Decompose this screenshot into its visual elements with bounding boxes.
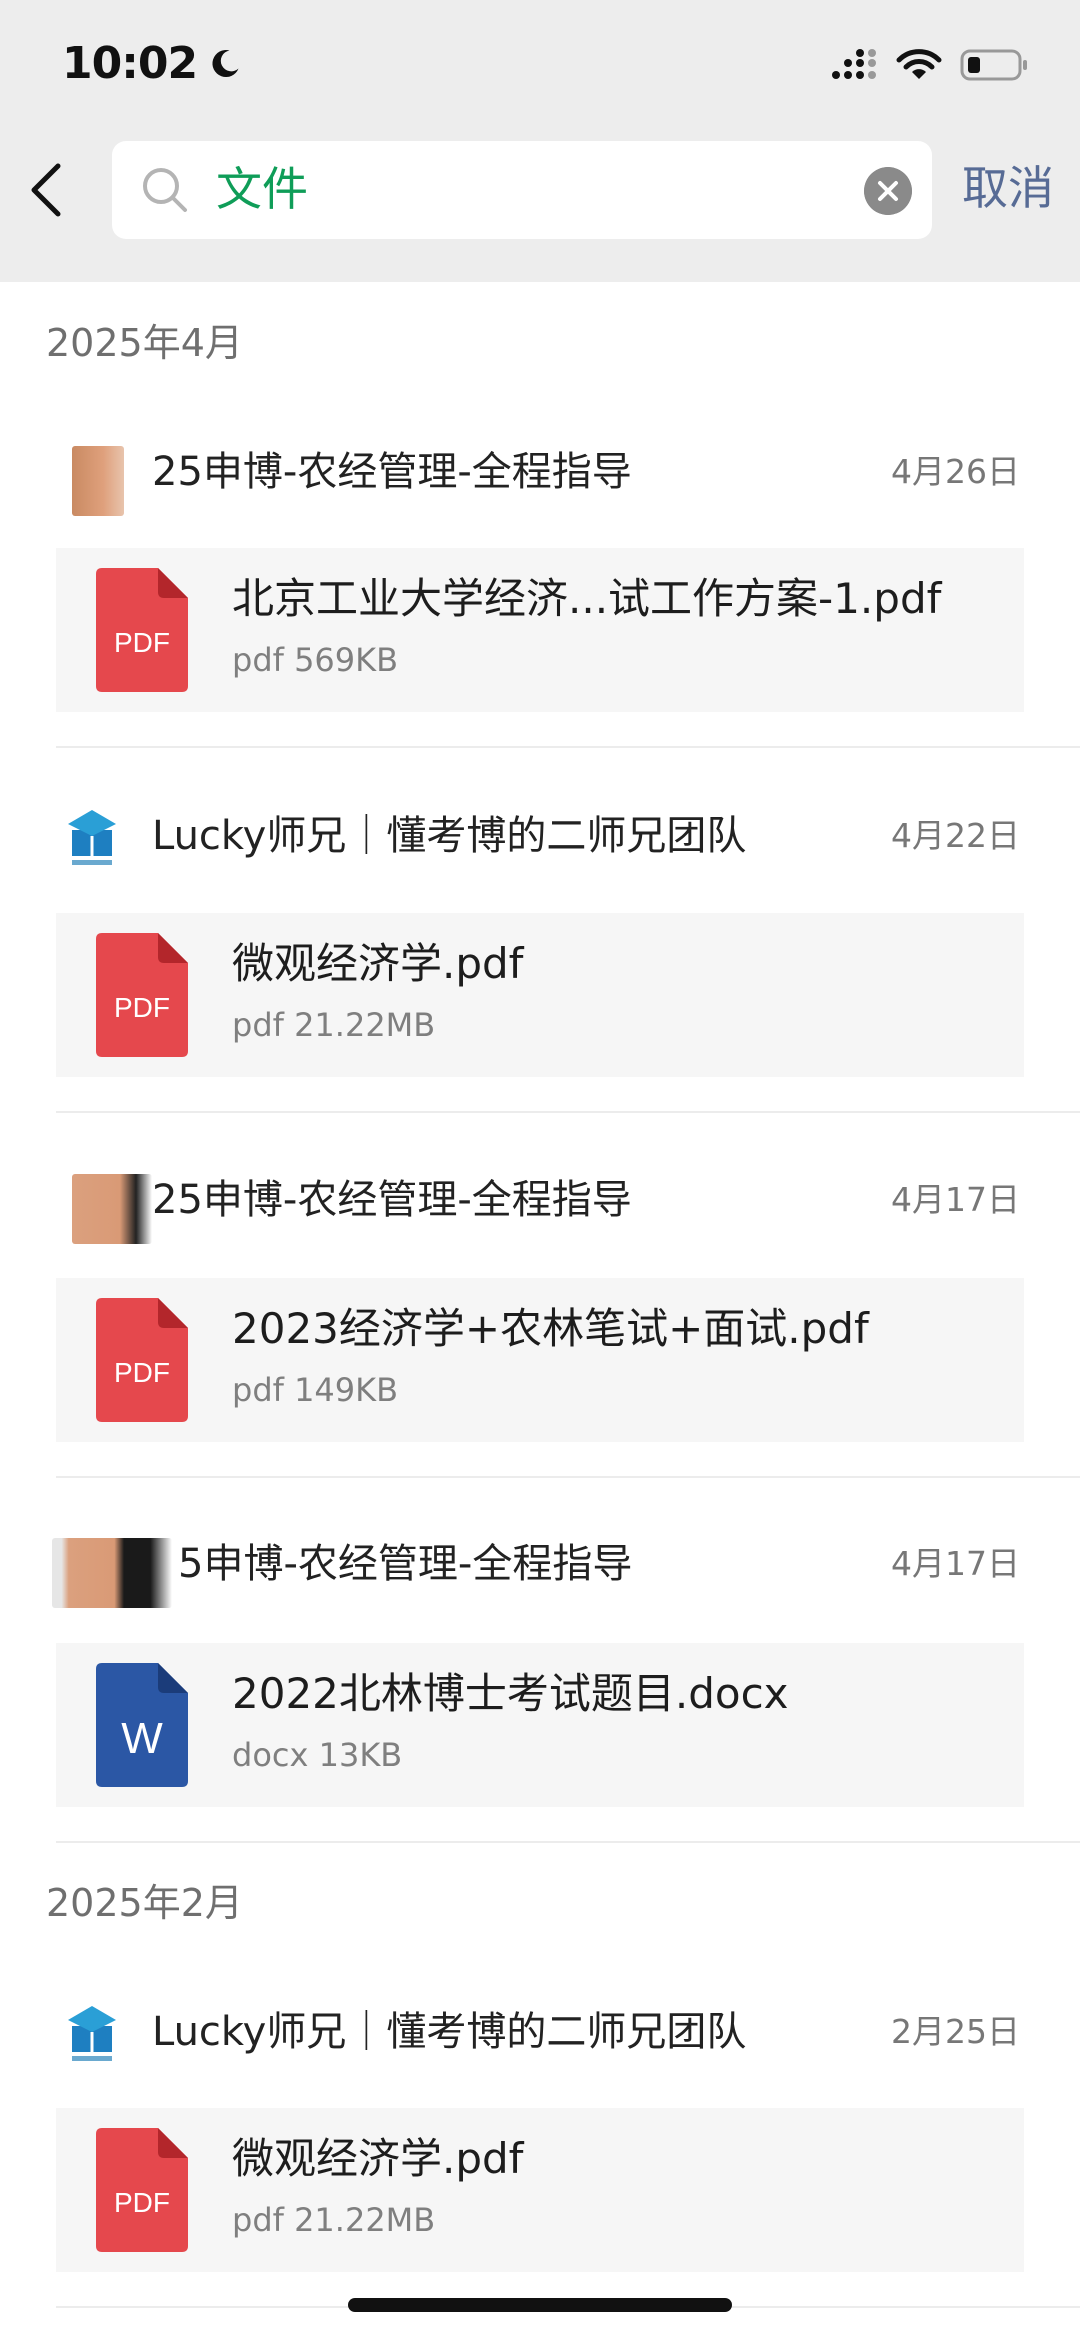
- message-date: 4月22日: [891, 816, 1020, 855]
- word-file-icon: W: [96, 1663, 188, 1787]
- pdf-file-icon: PDF: [96, 568, 188, 692]
- word-icon-label: W: [121, 1714, 163, 1763]
- message-date: 2月25日: [891, 2012, 1020, 2051]
- clear-search-button[interactable]: [864, 167, 912, 215]
- search-input[interactable]: 文件: [112, 141, 932, 239]
- clock: 10:02: [62, 38, 198, 89]
- file-name: 微观经济学.pdf: [232, 2134, 524, 2183]
- message-date: 4月26日: [891, 452, 1020, 491]
- sender-name: 5申博-农经管理-全程指导: [178, 1541, 633, 1587]
- pdf-icon-label: PDF: [114, 627, 170, 658]
- pdf-file-icon: PDF: [96, 1298, 188, 1422]
- sender-name: 25申博-农经管理-全程指导: [152, 449, 632, 495]
- avatar: [68, 2006, 116, 2061]
- section-date-header: 2025年4月: [46, 321, 243, 365]
- file-card[interactable]: PDF 微观经济学.pdf pdf 21.22MB: [56, 2108, 1024, 2272]
- signal-icon: [832, 49, 876, 79]
- back-button[interactable]: [22, 160, 74, 220]
- cancel-button[interactable]: 取消: [962, 158, 1054, 218]
- battery-icon: [960, 49, 1027, 81]
- sender-name: Lucky师兄｜懂考博的二师兄团队: [152, 2009, 747, 2055]
- avatar: [52, 1538, 172, 1608]
- pdf-icon-label: PDF: [114, 992, 170, 1023]
- file-name: 微观经济学.pdf: [232, 939, 524, 988]
- top-bar: 10:02 文件 取消: [0, 0, 1080, 282]
- file-meta: pdf 149KB: [232, 1371, 399, 1409]
- file-card[interactable]: PDF 北京工业大学经济...试工作方案-1.pdf pdf 569KB: [56, 548, 1024, 712]
- divider: [56, 746, 1080, 748]
- divider: [56, 1111, 1080, 1113]
- home-indicator[interactable]: [348, 2298, 732, 2312]
- sender-name: 25申博-农经管理-全程指导: [152, 1177, 632, 1223]
- file-meta: docx 13KB: [232, 1736, 403, 1774]
- moon-icon: [212, 49, 239, 77]
- file-name: 2022北林博士考试题目.docx: [232, 1669, 789, 1718]
- pdf-icon-label: PDF: [114, 2187, 170, 2218]
- pdf-file-icon: PDF: [96, 933, 188, 1057]
- file-card[interactable]: PDF 微观经济学.pdf pdf 21.22MB: [56, 913, 1024, 1077]
- sender-name: Lucky师兄｜懂考博的二师兄团队: [152, 813, 747, 859]
- section-date-header: 2025年2月: [46, 1881, 243, 1925]
- file-meta: pdf 569KB: [232, 641, 399, 679]
- file-card[interactable]: W 2022北林博士考试题目.docx docx 13KB: [56, 1643, 1024, 1807]
- divider: [56, 1841, 1080, 1843]
- file-name: 2023经济学+农林笔试+面试.pdf: [232, 1304, 869, 1353]
- pdf-icon-label: PDF: [114, 1357, 170, 1388]
- avatar: [72, 1174, 152, 1244]
- message-date: 4月17日: [891, 1180, 1020, 1219]
- message-date: 4月17日: [891, 1544, 1020, 1583]
- file-meta: pdf 21.22MB: [232, 2201, 436, 2239]
- wifi-icon: [896, 49, 942, 79]
- avatar: [72, 446, 124, 516]
- search-query[interactable]: 文件: [216, 159, 308, 219]
- search-icon: [143, 168, 187, 212]
- divider: [56, 1476, 1080, 1478]
- file-meta: pdf 21.22MB: [232, 1006, 436, 1044]
- avatar: [68, 810, 116, 865]
- file-name: 北京工业大学经济...试工作方案-1.pdf: [232, 574, 942, 623]
- file-card[interactable]: PDF 2023经济学+农林笔试+面试.pdf pdf 149KB: [56, 1278, 1024, 1442]
- status-icons: [830, 48, 1030, 82]
- pdf-file-icon: PDF: [96, 2128, 188, 2252]
- status-time: 10:02: [62, 38, 243, 89]
